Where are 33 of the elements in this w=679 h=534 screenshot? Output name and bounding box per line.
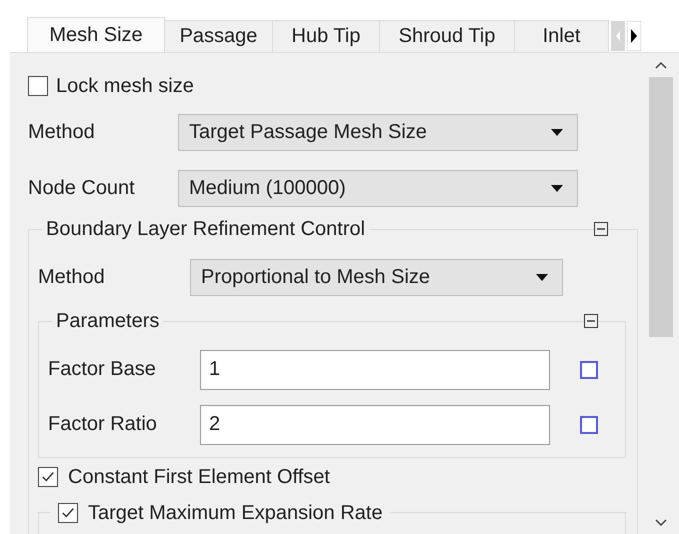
dropdown[interactable]: Target Passage Mesh Size [178,114,578,150]
tab[interactable]: Mesh Size [27,17,165,52]
checkbox-label: Lock mesh size [56,74,194,98]
checkbox[interactable] [580,416,598,434]
input-field[interactable]: 2 [200,404,550,444]
caret-icon [536,274,548,280]
checkmark-icon [41,470,55,484]
checkbox[interactable] [58,503,78,523]
field-label: Factor Base [48,358,157,381]
field-label: Method [28,120,96,144]
input-field[interactable]: 1 [200,350,550,390]
checkbox-label: Target Maximum Expansion Rate [88,502,383,524]
checkbox-label: Constant First Element Offset [68,466,330,488]
field-label: Method [38,266,106,288]
field-label: Factor Ratio [48,413,158,436]
scroll-right-icon[interactable] [627,20,641,50]
collapse-icon[interactable] [584,314,598,328]
field-label: Node Count [28,176,136,200]
tab[interactable]: Inlet [514,20,609,52]
checkbox[interactable] [38,467,58,487]
collapse-icon[interactable] [594,222,608,236]
dropdown[interactable]: Proportional to Mesh Size [190,258,563,296]
scroll-up-icon[interactable] [655,61,667,69]
tab[interactable]: Passage [164,20,273,52]
dropdown[interactable]: Medium (100000) [178,170,578,206]
scroll-down-icon[interactable] [655,519,667,527]
tab[interactable]: Shroud Tip [379,20,515,52]
caret-icon [551,128,563,136]
checkbox[interactable] [580,360,598,378]
checkmark-icon [61,506,75,520]
tab[interactable]: Hub Tip [272,20,380,52]
checkbox[interactable] [28,76,48,96]
caret-icon [551,184,563,192]
